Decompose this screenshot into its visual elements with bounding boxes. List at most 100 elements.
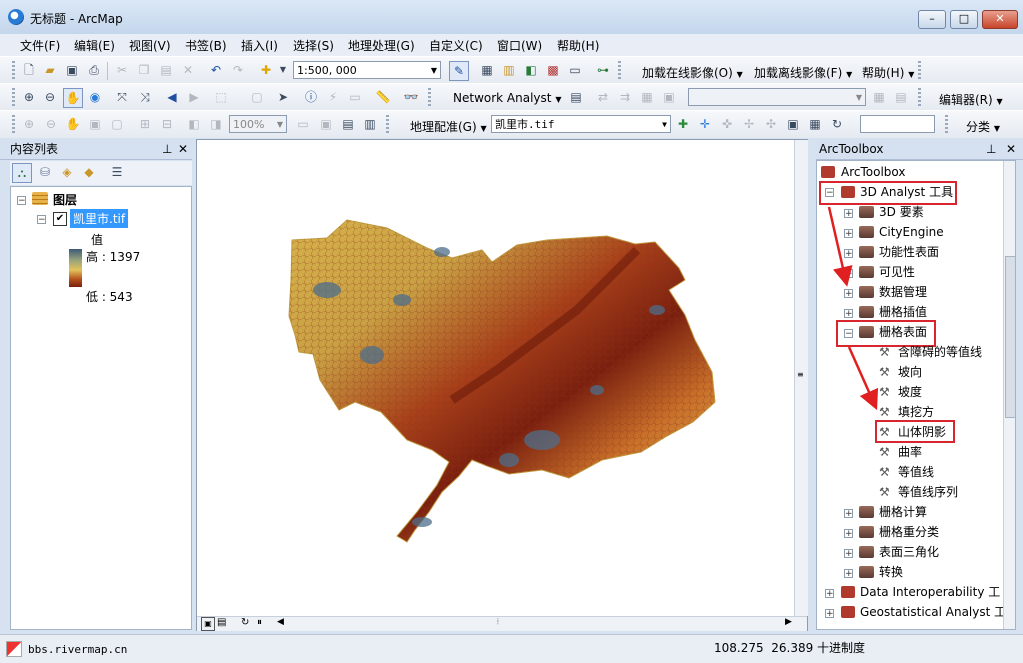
save-icon[interactable]: ▣ [63,61,81,79]
layout-full-page-icon[interactable]: ▣ [86,115,104,133]
menu-edit[interactable]: 编辑(E) [74,37,115,54]
toolbar-grip-icon[interactable] [618,61,621,79]
close-icon[interactable]: ✕ [1006,139,1016,159]
load-offline-imagery-menu[interactable]: 加载离线影像(F) ▼ [754,64,852,81]
arctoolbox-icon[interactable]: ▩ [544,61,562,79]
pan-icon[interactable]: ✋ [63,88,83,108]
collapse-layers-icon[interactable]: − [17,196,26,206]
pause-drawing-icon[interactable]: ⏸ [257,617,262,628]
delete-link-icon[interactable]: ✣ [762,115,780,133]
network-directions-icon[interactable]: ▤ [892,88,910,106]
layers-group-label[interactable]: 图层 [53,191,77,208]
network-analyst-window-icon[interactable]: ▤ [567,88,585,106]
add-data-icon[interactable]: ✚ [257,61,275,79]
load-online-imagery-menu[interactable]: 加载在线影像(O) ▼ [642,64,743,81]
model-builder-icon[interactable]: ⊶ [594,61,612,79]
pin-icon[interactable]: ⊥ [162,139,172,159]
focus-data-frame-icon[interactable]: ▣ [317,115,335,133]
zoom-to-link-icon[interactable]: ✢ [740,115,758,133]
georeferencing-menu[interactable]: 地理配准(G) ▼ [410,118,487,135]
create-network-location-icon[interactable]: ⇄ [594,88,612,106]
identify-icon[interactable]: ⓘ [302,88,320,106]
layout-zoom-out-icon[interactable]: ⊖ [42,115,60,133]
menu-help[interactable]: 帮助(H) [557,37,599,54]
network-layer-combo[interactable]: ▼ [688,88,866,106]
go-back-extent-icon[interactable]: ◀ [163,88,181,106]
maximize-button[interactable]: □ [950,10,978,29]
print-icon[interactable]: ⎙ [85,61,103,79]
menu-view[interactable]: 视图(V) [129,37,171,54]
list-by-drawing-order-icon[interactable]: ⛬ [12,163,32,183]
map-vertical-scrollbar[interactable]: ≡ [794,140,808,616]
layout-pan-icon[interactable]: ✋ [64,115,82,133]
search-window-icon[interactable]: ◧ [522,61,540,79]
toolbar-grip-icon[interactable] [918,88,921,106]
rotate-angle-input[interactable] [860,115,935,133]
scroll-right-icon[interactable]: ▶ [785,617,792,627]
layout-zoom-combo[interactable]: 100% ▼ [229,115,287,133]
scroll-thumb[interactable] [1005,256,1015,418]
pin-icon[interactable]: ⊥ [986,139,996,159]
select-features-icon[interactable]: ⬚ [212,88,230,106]
paste-icon[interactable]: ▤ [157,61,175,79]
layout-view-icon[interactable]: ▤ [217,617,226,628]
menu-customize[interactable]: 自定义(C) [429,37,483,54]
toggle-draft-mode-icon[interactable]: ▭ [294,115,312,133]
menu-windows[interactable]: 窗口(W) [497,37,542,54]
rotate-icon[interactable]: ↻ [828,115,846,133]
undo-icon[interactable]: ↶ [207,61,225,79]
menu-insert[interactable]: 插入(I) [241,37,278,54]
cut-icon[interactable]: ✂ [113,61,131,79]
collapse-layer-icon[interactable]: − [37,215,46,225]
add-control-points-icon[interactable]: ✚ [674,115,692,133]
toc-options-icon[interactable]: ☰ [108,163,126,181]
layer-name[interactable]: 凯里市.tif [70,209,129,228]
network-solve-icon[interactable]: ▣ [660,88,678,106]
help-toolbar-menu[interactable]: 帮助(H) ▼ [862,64,914,81]
network-analyst-menu[interactable]: Network Analyst ▼ [453,91,561,105]
georef-layer-combo[interactable]: 凯里市.tif ▼ [491,115,671,133]
scroll-left-icon[interactable]: ◀ [277,617,284,627]
change-layout-icon[interactable]: ▤ [339,115,357,133]
toolbar-grip-icon[interactable] [12,88,15,106]
toolbar-grip-icon[interactable] [386,115,389,133]
toolbar-grip-icon[interactable] [428,88,431,106]
menu-file[interactable]: 文件(F) [20,37,60,54]
toolbar-grip-icon[interactable] [918,61,921,79]
python-window-icon[interactable]: ▭ [566,61,584,79]
layer-visibility-checkbox[interactable]: ✔ [53,212,67,226]
zoom-out-icon[interactable]: ⊖ [41,88,59,106]
layout-zoom-100-icon[interactable]: ▢ [108,115,126,133]
go-forward-extent-icon[interactable]: ▶ [185,88,203,106]
add-data-dropdown-icon[interactable]: ▼ [274,61,292,79]
full-extent-icon[interactable]: ◉ [86,88,104,106]
measure-icon[interactable]: 📏 [374,88,392,106]
refresh-icon[interactable]: ↻ [241,617,249,628]
minimize-button[interactable]: – [918,10,946,29]
dem-raster-map[interactable] [197,140,795,616]
map-scale-combo[interactable]: 1:500, 000 ▼ [293,61,441,79]
select-move-network-icon[interactable]: ⇉ [616,88,634,106]
hyperlink-icon[interactable]: ⚡ [324,88,342,106]
list-by-visibility-icon[interactable]: ◈ [58,163,76,181]
menu-bookmarks[interactable]: 书签(B) [185,37,227,54]
fixed-zoom-in-icon[interactable]: ⤧ [113,88,131,106]
open-folder-icon[interactable]: ▰ [41,61,59,79]
menu-geoprocessing[interactable]: 地理处理(G) [348,37,415,54]
table-of-contents-icon[interactable]: ▦ [478,61,496,79]
horizontal-scroll-thumb-icon[interactable]: ⦙ [497,617,499,627]
network-build-icon[interactable]: ▦ [870,88,888,106]
layout-forward-icon[interactable]: ◨ [207,115,225,133]
layout-back-icon[interactable]: ◧ [185,115,203,133]
data-driven-pages-icon[interactable]: ▥ [361,115,379,133]
list-by-source-icon[interactable]: ⛁ [36,163,54,181]
viewer-icon[interactable]: ▣ [784,115,802,133]
select-link-icon[interactable]: ✜ [718,115,736,133]
link-table-icon[interactable]: ▦ [806,115,824,133]
map-view[interactable]: ≡ ▣ ▤ ↻ ⏸ ◀ ⦙ ▶ [196,139,808,631]
fixed-zoom-out-icon[interactable]: ⤨ [136,88,154,106]
close-button[interactable]: ✕ [982,10,1018,29]
network-identify-icon[interactable]: ▦ [638,88,656,106]
select-elements-icon[interactable]: ➤ [274,88,292,106]
layout-fixed-zoom-in-icon[interactable]: ⊞ [136,115,154,133]
